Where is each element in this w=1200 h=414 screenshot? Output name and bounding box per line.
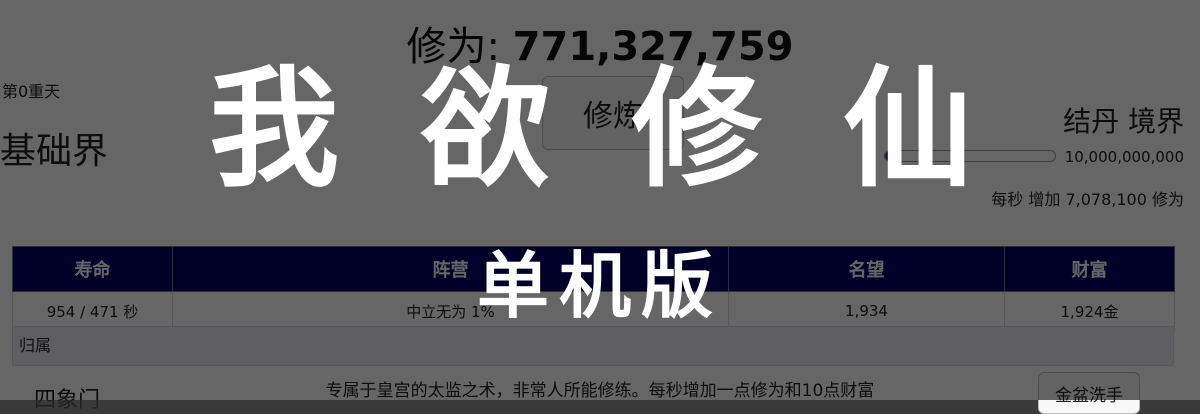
- stats-header-row: 寿命 阵营 名望 财富: [12, 246, 1175, 292]
- progress-target: 10,000,000,000: [1064, 148, 1184, 166]
- cultivation-label: 修为:: [406, 24, 500, 70]
- game-app: 修为: 771,327,759 第0重天 基础界 修炼 结丹 境界 10,000…: [0, 0, 1200, 414]
- column-header: 名望: [728, 246, 1005, 292]
- realm-progress-fill: [885, 151, 899, 161]
- table-row: 954 / 471 秒 中立无为 1% 1,934 1,924金: [12, 291, 1175, 331]
- world-name: 基础界: [0, 131, 109, 172]
- faction-cell: 中立无为 1%: [172, 291, 729, 331]
- sect-name: 四象门: [34, 388, 101, 413]
- column-header: 阵营: [172, 246, 729, 292]
- lifespan-cell: 954 / 471 秒: [12, 291, 173, 331]
- cultivate-button[interactable]: 修炼: [542, 76, 684, 150]
- day-label: 第0重天: [2, 82, 61, 101]
- realm-label: 结丹 境界: [1063, 105, 1184, 138]
- fame-cell: 1,934: [728, 291, 1005, 331]
- wealth-cell: 1,924金: [1004, 291, 1175, 331]
- column-header: 寿命: [12, 246, 173, 292]
- section-header: 归属: [12, 326, 1174, 366]
- column-header: 财富: [1004, 246, 1175, 292]
- stats-table: 寿命 阵营 名望 财富 954 / 471 秒 中立无为 1% 1,934 1,…: [12, 246, 1175, 331]
- cultivation-total: 修为: 771,327,759: [0, 14, 1200, 72]
- cultivation-value: 771,327,759: [512, 24, 794, 70]
- sect-description: 专属于皇宫的太监之术，非常人所能修练。每秒增加一点修为和10点财富: [325, 381, 875, 401]
- cultivation-rate: 每秒 增加 7,078,100 修为: [991, 190, 1184, 209]
- status-panel: 修为: 771,327,759 第0重天 基础界 修炼 结丹 境界 10,000…: [0, 0, 1200, 222]
- realm-progress-bar: [884, 150, 1056, 162]
- retire-button[interactable]: 金盆洗手: [1038, 372, 1140, 414]
